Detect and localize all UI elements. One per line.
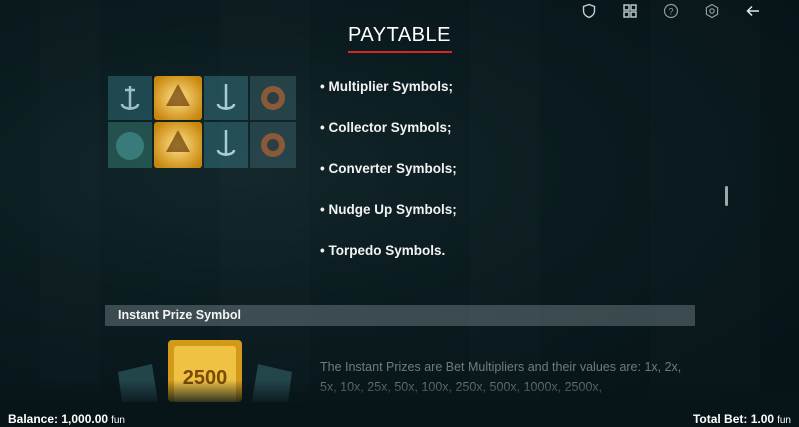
list-item: • Converter Symbols;: [320, 161, 457, 176]
shield-icon[interactable]: [581, 3, 597, 19]
top-toolbar: ?: [556, 3, 761, 19]
total-bet-value: Total Bet: 1.00: [692, 412, 775, 426]
balance-value: Balance: 1,000.00: [8, 412, 109, 426]
help-icon[interactable]: ?: [663, 3, 679, 19]
list-item: • Torpedo Symbols.: [320, 243, 446, 258]
feature-symbols-image: [108, 76, 296, 168]
page-title: PAYTABLE: [348, 24, 451, 46]
list-item: • Nudge Up Symbols;: [320, 202, 457, 217]
balance-unit: fun: [111, 415, 125, 426]
grid-icon[interactable]: [622, 3, 638, 19]
section-header: Instant Prize Symbol: [105, 305, 695, 326]
title-underline: [348, 51, 452, 53]
total-bet-display: Total Bet: 1.00 fun: [693, 412, 791, 426]
section-title: Instant Prize Symbol: [118, 308, 241, 322]
feature-list: • Multiplier Symbols; • Collector Symbol…: [320, 78, 457, 283]
list-item: • Collector Symbols;: [320, 120, 452, 135]
balance-display: Balance: 1,000.00 fun: [8, 412, 125, 426]
settings-icon[interactable]: [704, 3, 720, 19]
footer-bar: Balance: 1,000.00 fun Total Bet: 1.00 fun: [0, 409, 799, 427]
list-item: • Multiplier Symbols;: [320, 79, 453, 94]
scrollbar-thumb[interactable]: [725, 186, 728, 206]
back-arrow-icon[interactable]: [745, 3, 761, 19]
total-bet-unit: fun: [777, 415, 791, 426]
svg-text:?: ?: [668, 7, 673, 17]
